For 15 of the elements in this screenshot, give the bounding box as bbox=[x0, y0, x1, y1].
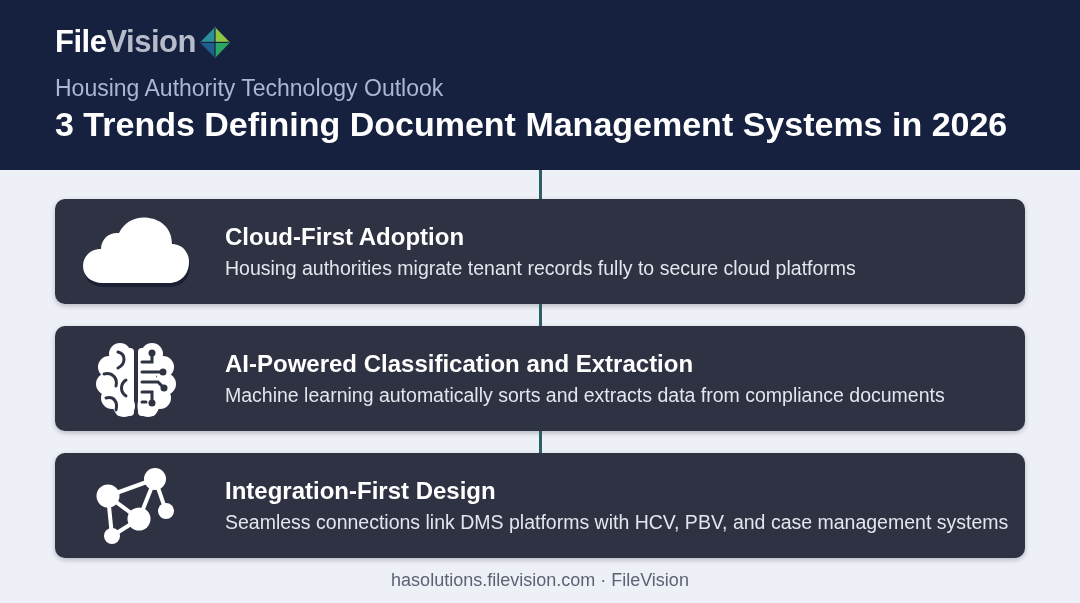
page-title: 3 Trends Defining Document Management Systems in 2026 bbox=[55, 104, 1008, 144]
timeline-connector bbox=[538, 170, 542, 199]
trend-title: Integration-First Design bbox=[225, 476, 497, 505]
footer-text: hasolutions.filevision.com · FileVision bbox=[391, 570, 689, 591]
trend-description: Seamless connections link DMS platforms with HCV, PBV, and case management systems bbox=[225, 510, 1009, 535]
trend-description: Machine learning automatically sorts and extracts data from compliance documents bbox=[225, 383, 945, 408]
trend-title: Cloud-First Adoption bbox=[225, 222, 466, 251]
trend-description: Housing authorities migrate tenant records fully to secure cloud platforms bbox=[225, 256, 856, 281]
subtitle: Housing Authority Technology Outlook bbox=[55, 75, 444, 102]
timeline-connector bbox=[538, 304, 542, 326]
cloud-icon bbox=[81, 216, 191, 287]
timeline-connector bbox=[538, 431, 542, 453]
trend-title: AI-Powered Classification and Extraction bbox=[225, 349, 695, 378]
diamond-logo-icon bbox=[199, 26, 230, 58]
logo-wordmark: FileVision bbox=[55, 24, 196, 60]
